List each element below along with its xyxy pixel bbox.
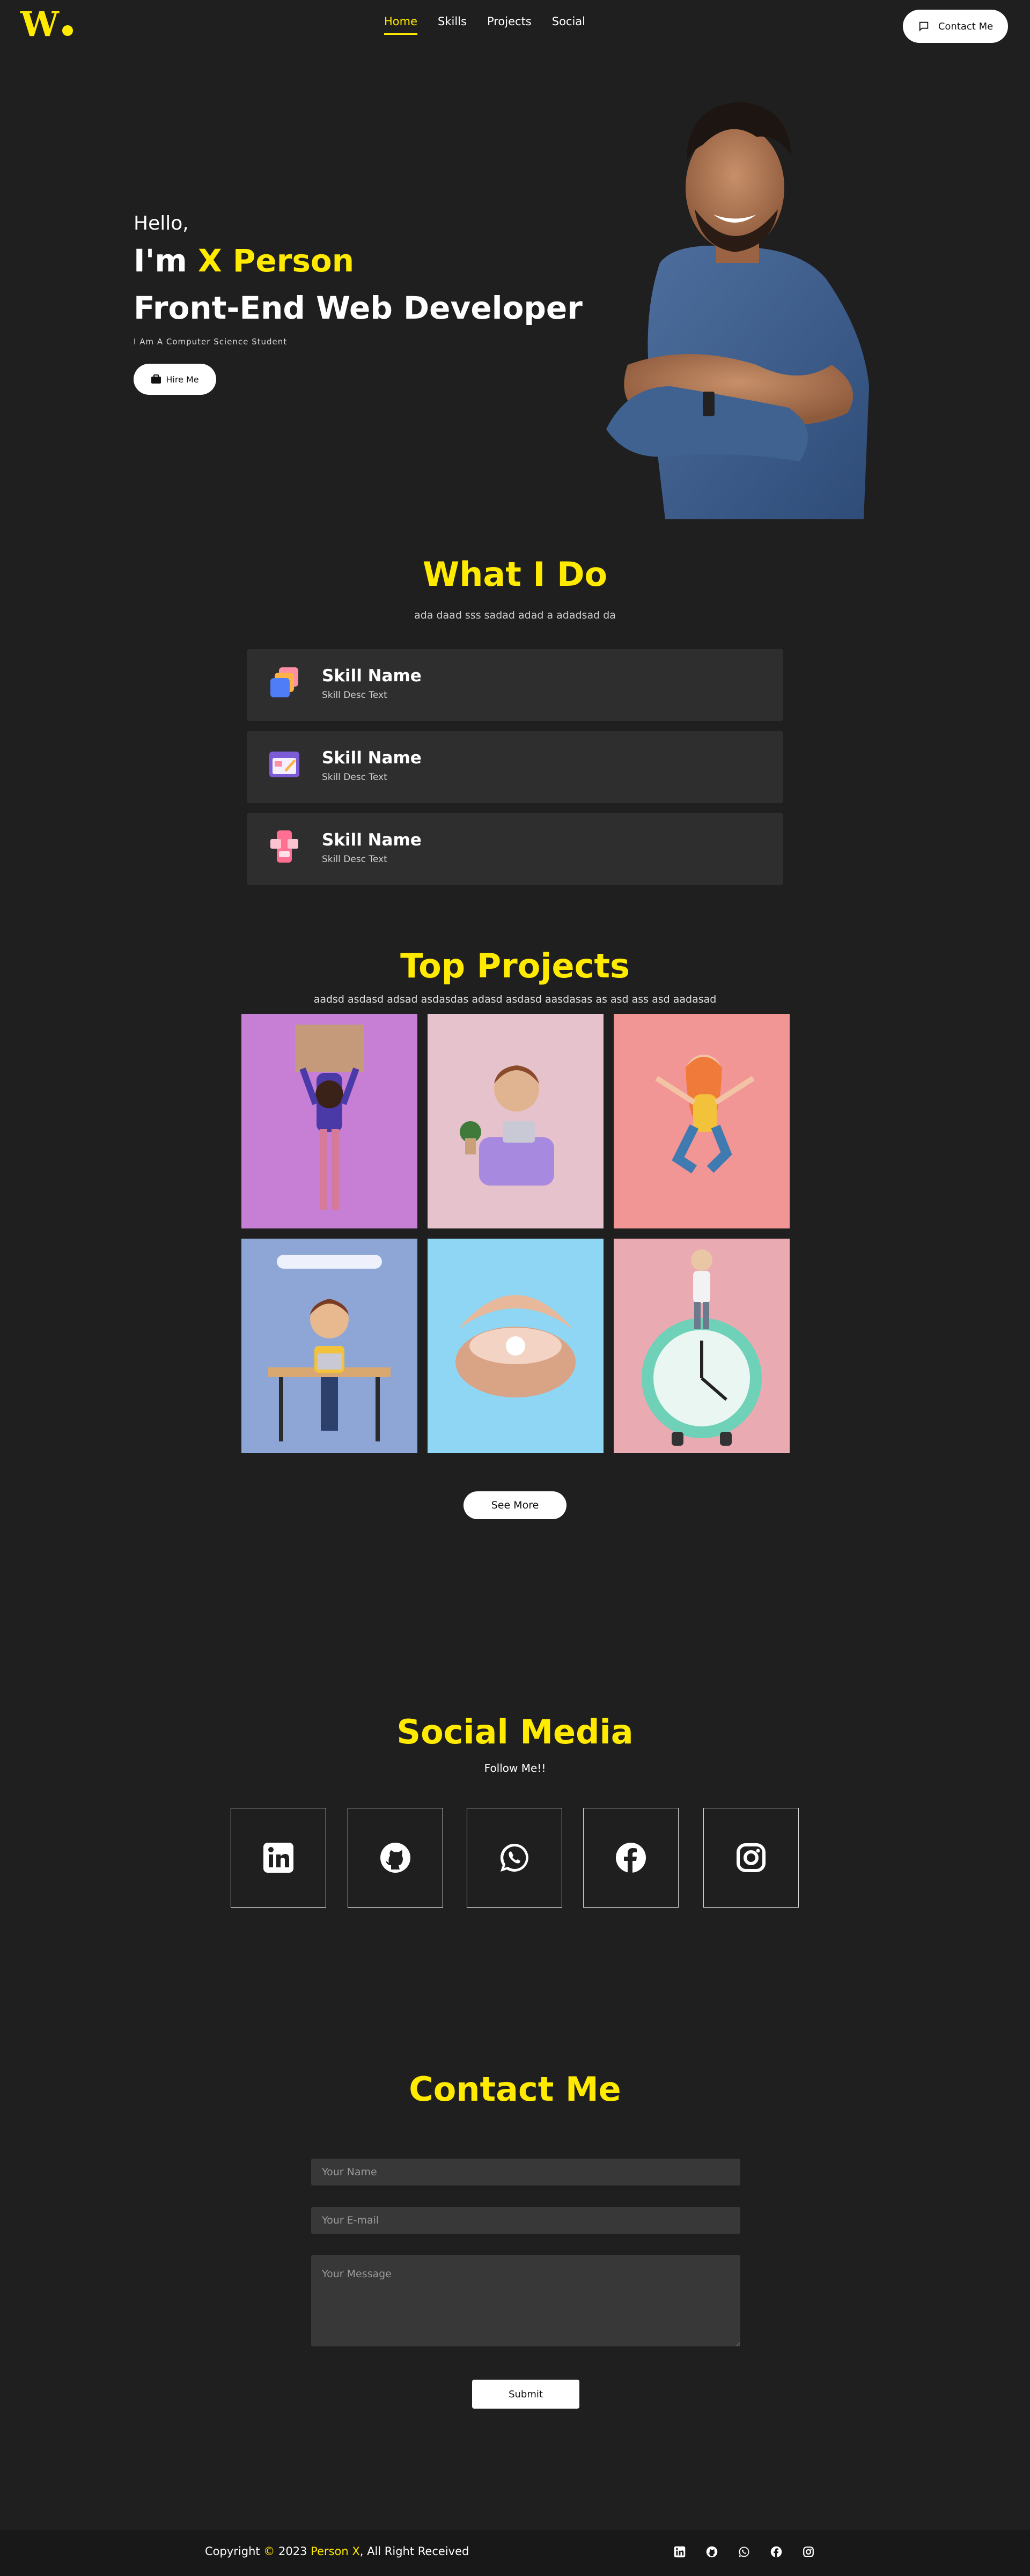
facebook-icon[interactable]: [770, 2546, 782, 2558]
project-thumbnail[interactable]: [241, 1014, 417, 1228]
skill-name: Skill Name: [322, 830, 422, 850]
contact-me-label: Contact Me: [938, 20, 994, 32]
social-media-subtitle: Follow Me!!: [484, 1762, 546, 1775]
nav-home[interactable]: Home: [384, 15, 418, 35]
footer: Copyright © 2023 Person X, All Right Rec…: [0, 2530, 1030, 2576]
design-palette-icon: [269, 752, 299, 777]
logo-dot: [62, 25, 73, 36]
skill-card: Skill Name Skill Desc Text: [247, 731, 783, 803]
email-field[interactable]: [311, 2207, 740, 2234]
project-thumbnail[interactable]: [241, 1239, 417, 1453]
copyright-suffix: , All Right Received: [359, 2545, 469, 2558]
linkedin-link[interactable]: [231, 1808, 326, 1908]
contact-me-button[interactable]: Contact Me: [903, 10, 1008, 43]
hire-me-label: Hire Me: [166, 374, 199, 385]
mobile-app-icon: [270, 830, 298, 863]
linkedin-icon: [263, 1843, 293, 1873]
what-i-do-title: What I Do: [422, 555, 608, 594]
hero-greeting: Hello,: [134, 212, 189, 234]
contact-me-title: Contact Me: [409, 2070, 621, 2109]
hero-name-line: I'm X Person: [134, 242, 354, 279]
whatsapp-link[interactable]: [467, 1808, 562, 1908]
message-icon: [919, 21, 929, 32]
github-icon[interactable]: [706, 2546, 718, 2558]
site-logo[interactable]: W: [20, 8, 73, 42]
project-thumbnail[interactable]: [428, 1014, 604, 1228]
github-icon: [380, 1843, 410, 1873]
skill-name: Skill Name: [322, 666, 422, 686]
hire-me-button[interactable]: Hire Me: [134, 364, 216, 395]
top-projects-title: Top Projects: [400, 946, 630, 985]
nav-projects[interactable]: Projects: [487, 15, 532, 35]
hero-role: Front-End Web Developer: [134, 290, 583, 326]
github-link[interactable]: [348, 1808, 443, 1908]
skill-name: Skill Name: [322, 748, 422, 768]
skill-desc: Skill Desc Text: [322, 772, 387, 783]
briefcase-icon: [151, 374, 161, 384]
hero-subtitle: I Am A Computer Science Student: [134, 337, 288, 347]
copyright-name: Person X: [311, 2545, 360, 2558]
footer-social-icons: [674, 2546, 814, 2558]
name-field[interactable]: [311, 2159, 740, 2185]
social-media-title: Social Media: [396, 1712, 634, 1751]
copyright-symbol: ©: [263, 2545, 275, 2558]
hero-name: X Person: [197, 242, 354, 279]
instagram-icon: [737, 1843, 766, 1872]
skill-desc: Skill Desc Text: [322, 854, 387, 865]
whatsapp-icon[interactable]: [738, 2546, 750, 2558]
top-projects-subtitle: aadsd asdasd adsad asdasdas adasd asdasd…: [313, 993, 717, 1005]
skill-desc: Skill Desc Text: [322, 690, 387, 701]
skill-card: Skill Name Skill Desc Text: [247, 813, 783, 885]
nav-skills[interactable]: Skills: [438, 15, 467, 35]
facebook-link[interactable]: [583, 1808, 679, 1908]
message-field[interactable]: [311, 2255, 740, 2346]
project-thumbnail[interactable]: [428, 1239, 604, 1453]
what-i-do-subtitle: ada daad sss sadad adad a adadsad da: [414, 609, 616, 621]
hero-im-prefix: I'm: [134, 242, 198, 279]
whatsapp-icon: [500, 1843, 528, 1872]
facebook-icon: [616, 1843, 646, 1873]
logo-letter: W: [20, 4, 59, 45]
project-thumbnail[interactable]: [614, 1014, 790, 1228]
skill-card: Skill Name Skill Desc Text: [247, 649, 783, 721]
instagram-link[interactable]: [703, 1808, 799, 1908]
copyright-year: 2023: [275, 2545, 311, 2558]
linkedin-icon[interactable]: [674, 2546, 686, 2558]
hero-portrait: [606, 102, 869, 519]
submit-button[interactable]: Submit: [472, 2380, 579, 2409]
instagram-icon[interactable]: [803, 2546, 814, 2558]
see-more-button[interactable]: See More: [464, 1491, 566, 1519]
stacked-layers-icon: [270, 667, 298, 697]
nav-social[interactable]: Social: [552, 15, 585, 35]
copyright-text: Copyright © 2023 Person X, All Right Rec…: [205, 2545, 469, 2558]
main-nav: Home Skills Projects Social: [384, 15, 585, 35]
copyright-prefix: Copyright: [205, 2545, 264, 2558]
project-thumbnail[interactable]: [614, 1239, 790, 1453]
